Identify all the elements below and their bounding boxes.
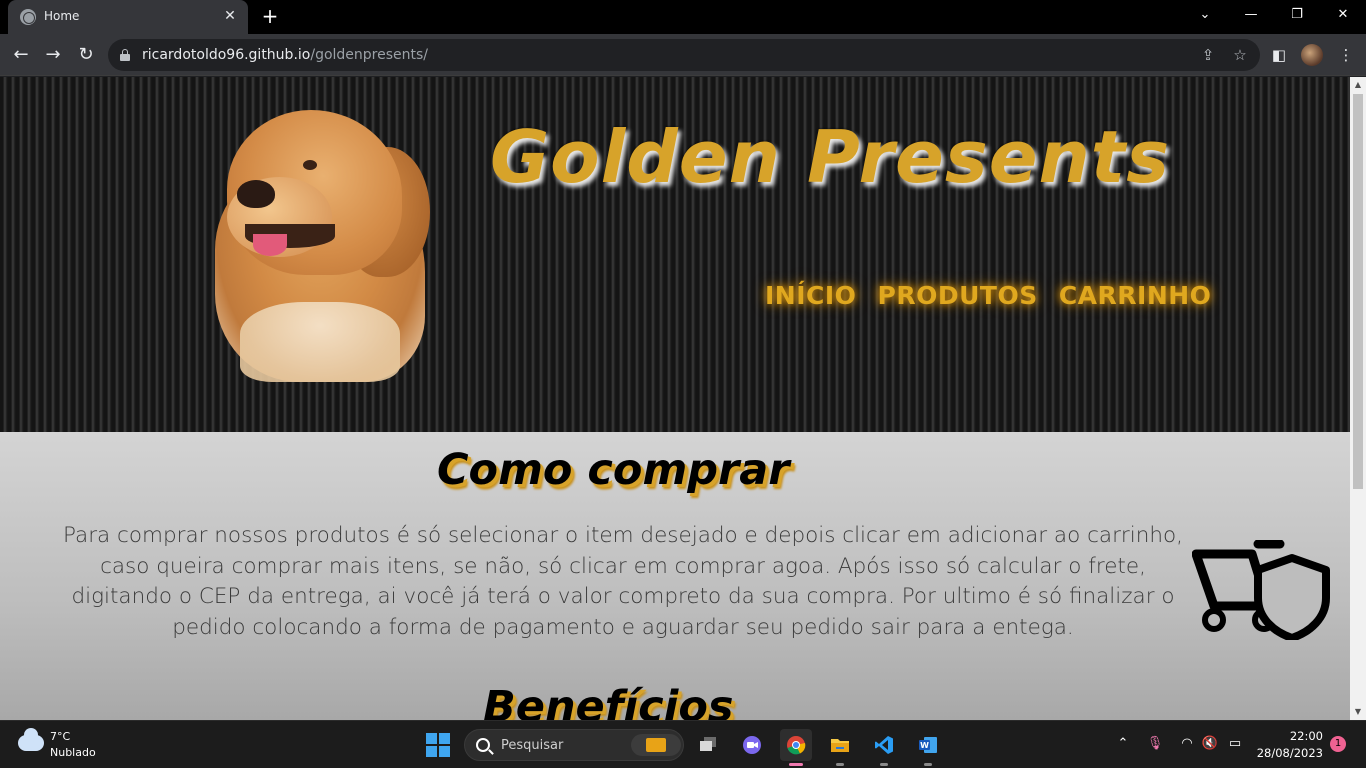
tab-close-icon[interactable]: ✕ [220,6,240,26]
menu-kebab-icon[interactable]: ⋮ [1334,43,1358,67]
search-placeholder: Pesquisar [501,738,564,753]
chrome-taskbar-icon[interactable] [780,729,812,766]
clock-time[interactable]: 22:00 [1290,729,1323,743]
url-text[interactable]: ricardotoldo96.github.io/goldenpresents/ [142,47,428,63]
lock-icon[interactable] [120,49,130,61]
weather-temperature: 7°C [50,730,71,743]
reload-icon[interactable]: ↻ [74,43,98,67]
tab-search-chevron-icon[interactable]: ⌄ [1182,0,1228,30]
scroll-up-arrow-icon[interactable]: ▲ [1350,77,1366,93]
back-arrow-icon[interactable]: ← [9,43,33,67]
forward-arrow-icon[interactable]: → [41,43,65,67]
page-scrollbar[interactable]: ▲ ▼ [1350,77,1366,720]
volume-muted-icon[interactable]: 🔇 [1201,735,1219,753]
profile-avatar[interactable] [1301,44,1323,66]
main-nav: INÍCIO PRODUTOS CARRINHO [765,281,1227,310]
url-host: ricardotoldo96.github.io [142,47,311,63]
minimize-button[interactable]: — [1228,0,1274,30]
nav-link-carrinho[interactable]: CARRINHO [1059,281,1212,310]
site-title: Golden Presents [490,115,1171,199]
windows-taskbar: 7°C Nublado Pesquisar W ⌃ 🎙 ◠ 🔇 ▭ 22:00 … [0,720,1366,768]
nav-link-inicio[interactable]: INÍCIO [765,281,856,310]
share-icon[interactable]: ⇪ [1198,45,1218,65]
browser-tab[interactable]: Home ✕ [8,0,248,34]
cloud-icon [18,728,44,751]
nav-link-produtos[interactable]: PRODUTOS [878,281,1038,310]
how-to-buy-text: Para comprar nossos produtos é só seleci… [63,523,1183,640]
vscode-icon[interactable] [868,729,900,766]
file-explorer-icon[interactable] [824,729,856,766]
url-path: /goldenpresents/ [310,47,429,63]
weather-description: Nublado [50,746,96,759]
close-window-button[interactable]: ✕ [1320,0,1366,30]
how-to-buy-heading: Como comprar [437,445,790,495]
teams-chat-icon[interactable] [736,729,768,761]
notification-badge[interactable]: 1 [1330,736,1346,752]
search-highlight-icon [631,734,681,756]
golden-retriever-illustration [205,102,437,387]
address-bar[interactable]: ricardotoldo96.github.io/goldenpresents/… [108,39,1260,71]
taskbar-search[interactable]: Pesquisar [464,729,684,761]
scroll-thumb[interactable] [1353,94,1363,489]
globe-icon [20,9,36,25]
benefits-heading: Benefícios [483,682,734,720]
start-button[interactable] [426,733,450,757]
restore-button[interactable]: ❐ [1274,0,1320,30]
word-icon[interactable]: W [912,729,944,766]
battery-icon[interactable]: ▭ [1226,735,1244,753]
tab-title: Home [44,9,80,23]
header-banner: Golden Presents INÍCIO PRODUTOS CARRINHO [0,77,1350,432]
browser-toolbar: ← → ↻ ricardotoldo96.github.io/goldenpre… [0,34,1366,76]
scroll-down-arrow-icon[interactable]: ▼ [1350,704,1366,720]
page-viewport: Golden Presents INÍCIO PRODUTOS CARRINHO… [0,77,1350,720]
chevron-up-icon[interactable]: ⌃ [1114,735,1132,753]
microphone-icon[interactable]: 🎙 [1146,735,1164,753]
browser-title-bar: Home ✕ + ⌄ — ❐ ✕ [0,0,1366,34]
bookmark-star-icon[interactable]: ☆ [1230,45,1250,65]
task-view-button[interactable] [692,729,724,761]
content-section: Como comprar Para comprar nossos produto… [0,432,1350,720]
search-icon [476,738,490,752]
clock-date[interactable]: 28/08/2023 [1257,746,1323,760]
new-tab-button[interactable]: + [258,4,282,28]
side-panel-icon[interactable]: ◧ [1267,43,1291,67]
wifi-icon[interactable]: ◠ [1178,735,1196,753]
secure-cart-icon [1192,540,1330,640]
svg-text:W: W [920,741,929,750]
